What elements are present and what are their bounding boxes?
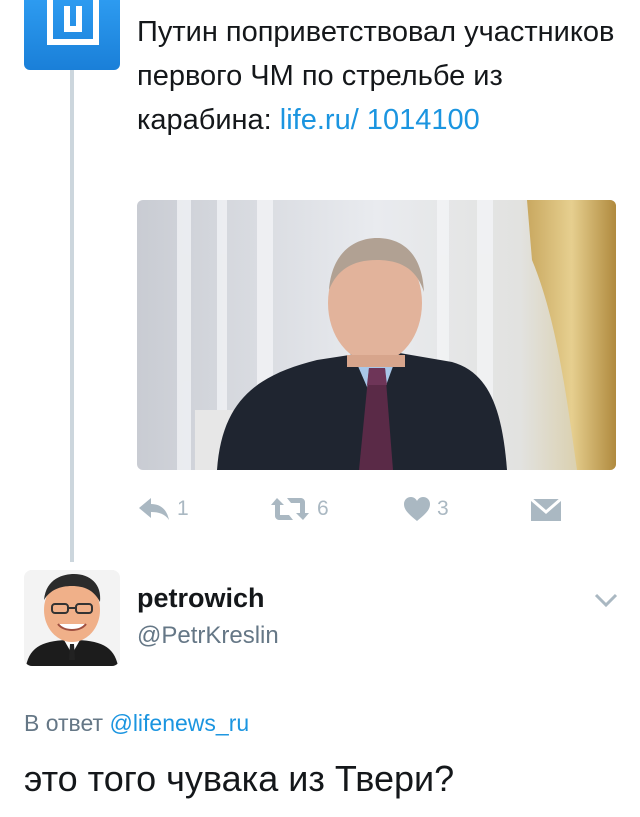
tweet-photo[interactable] — [137, 200, 616, 470]
retweet-action[interactable]: 6 — [269, 496, 329, 522]
tweet-text: Путин поприветствовал участников первого… — [137, 10, 617, 142]
lifenews-logo-avatar[interactable] — [24, 0, 120, 70]
direct-message-action[interactable] — [530, 498, 562, 522]
tweet-actions: 1 6 3 — [137, 490, 617, 530]
thread-connector-line — [70, 70, 74, 562]
tweet-link[interactable]: life.ru/ 1014100 — [280, 104, 480, 136]
portrait-avatar-icon — [24, 570, 120, 666]
retweet-icon — [271, 498, 309, 520]
user-avatar[interactable] — [24, 570, 120, 666]
reply-tweet-text: это того чувака из Твери? — [24, 758, 455, 799]
retweet-count: 6 — [317, 497, 329, 520]
reply-to-prefix: В ответ — [24, 710, 110, 736]
heart-icon — [404, 497, 430, 521]
like-action[interactable]: 3 — [403, 496, 449, 522]
reply-action[interactable]: 1 — [137, 496, 189, 522]
user-handle[interactable]: @PetrKreslin — [137, 622, 279, 650]
more-options-chevron[interactable] — [594, 590, 618, 610]
reply-to-handle-link[interactable]: @lifenews_ru — [109, 710, 249, 736]
user-display-name[interactable]: petrowich — [137, 583, 265, 614]
reply-arrow-icon — [139, 498, 169, 520]
chevron-down-icon — [594, 593, 618, 608]
like-count: 3 — [437, 497, 449, 520]
life-logo-icon — [47, 0, 99, 45]
photo-person-in-suit-icon — [137, 200, 616, 470]
reply-to-line: В ответ @lifenews_ru — [24, 710, 249, 737]
reply-count: 1 — [177, 497, 189, 520]
envelope-icon — [530, 498, 562, 521]
